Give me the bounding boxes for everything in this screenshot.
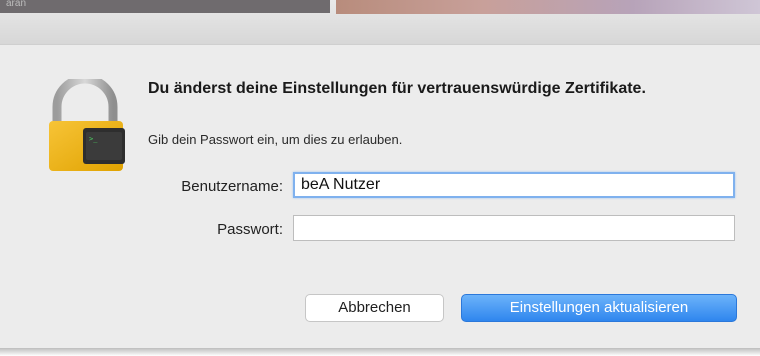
update-settings-button[interactable]: Einstellungen aktualisieren: [461, 294, 737, 322]
password-field[interactable]: [293, 215, 735, 241]
lock-icon: >_: [49, 79, 125, 171]
background-photo: [336, 0, 760, 14]
dialog-title: Du änderst deine Einstellungen für vertr…: [148, 80, 646, 97]
username-field[interactable]: [293, 172, 735, 198]
dialog-subtitle: Gib dein Passwort ein, um dies zu erlaub…: [148, 132, 403, 147]
svg-text:>_: >_: [89, 135, 98, 143]
dialog-bottom-shadow: [0, 348, 760, 356]
background-window-text: aran: [6, 0, 27, 9]
background-window-titlebar: aran: [0, 0, 330, 13]
password-label: Passwort:: [217, 221, 283, 238]
cancel-button[interactable]: Abbrechen: [305, 294, 444, 322]
authentication-dialog: >_ Du änderst deine Einstellungen für ve…: [0, 44, 760, 353]
username-label: Benutzername:: [181, 178, 283, 195]
background-window: aran: [0, 0, 760, 44]
